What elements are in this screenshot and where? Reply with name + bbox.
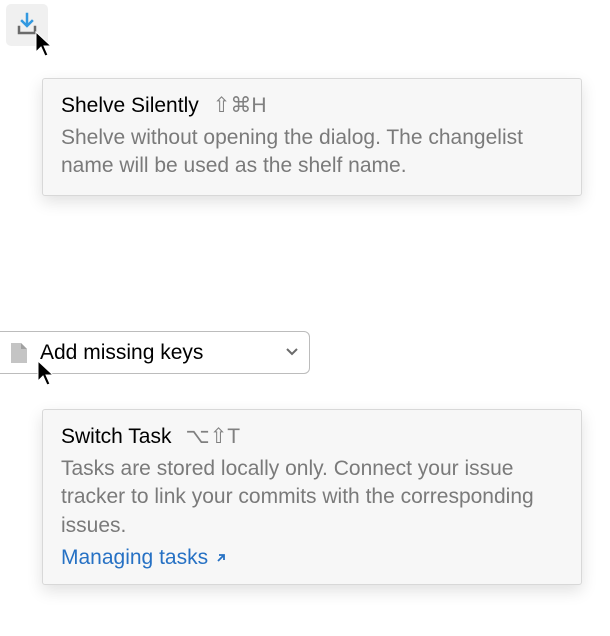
add-missing-keys-dropdown[interactable]: Add missing keys — [0, 331, 310, 374]
dropdown-label: Add missing keys — [40, 341, 275, 365]
shelve-button[interactable] — [6, 4, 48, 46]
link-label: Managing tasks — [61, 546, 208, 570]
switch-task-tooltip: Switch Task ⌥⇧T Tasks are stored locally… — [42, 409, 582, 585]
chevron-down-icon — [285, 344, 299, 362]
tooltip-title: Switch Task — [61, 425, 172, 449]
tooltip-description: Shelve without opening the dialog. The c… — [61, 124, 563, 181]
tooltip-shortcut: ⌥⇧T — [186, 424, 241, 449]
tooltip-shortcut: ⇧⌘H — [213, 93, 267, 118]
managing-tasks-link[interactable]: Managing tasks — [61, 546, 228, 570]
shelve-tooltip: Shelve Silently ⇧⌘H Shelve without openi… — [42, 78, 582, 196]
download-icon — [14, 12, 40, 38]
tooltip-title: Shelve Silently — [61, 94, 199, 118]
document-icon — [8, 340, 30, 366]
tooltip-description: Tasks are stored locally only. Connect y… — [61, 455, 563, 540]
external-link-icon — [214, 551, 228, 565]
